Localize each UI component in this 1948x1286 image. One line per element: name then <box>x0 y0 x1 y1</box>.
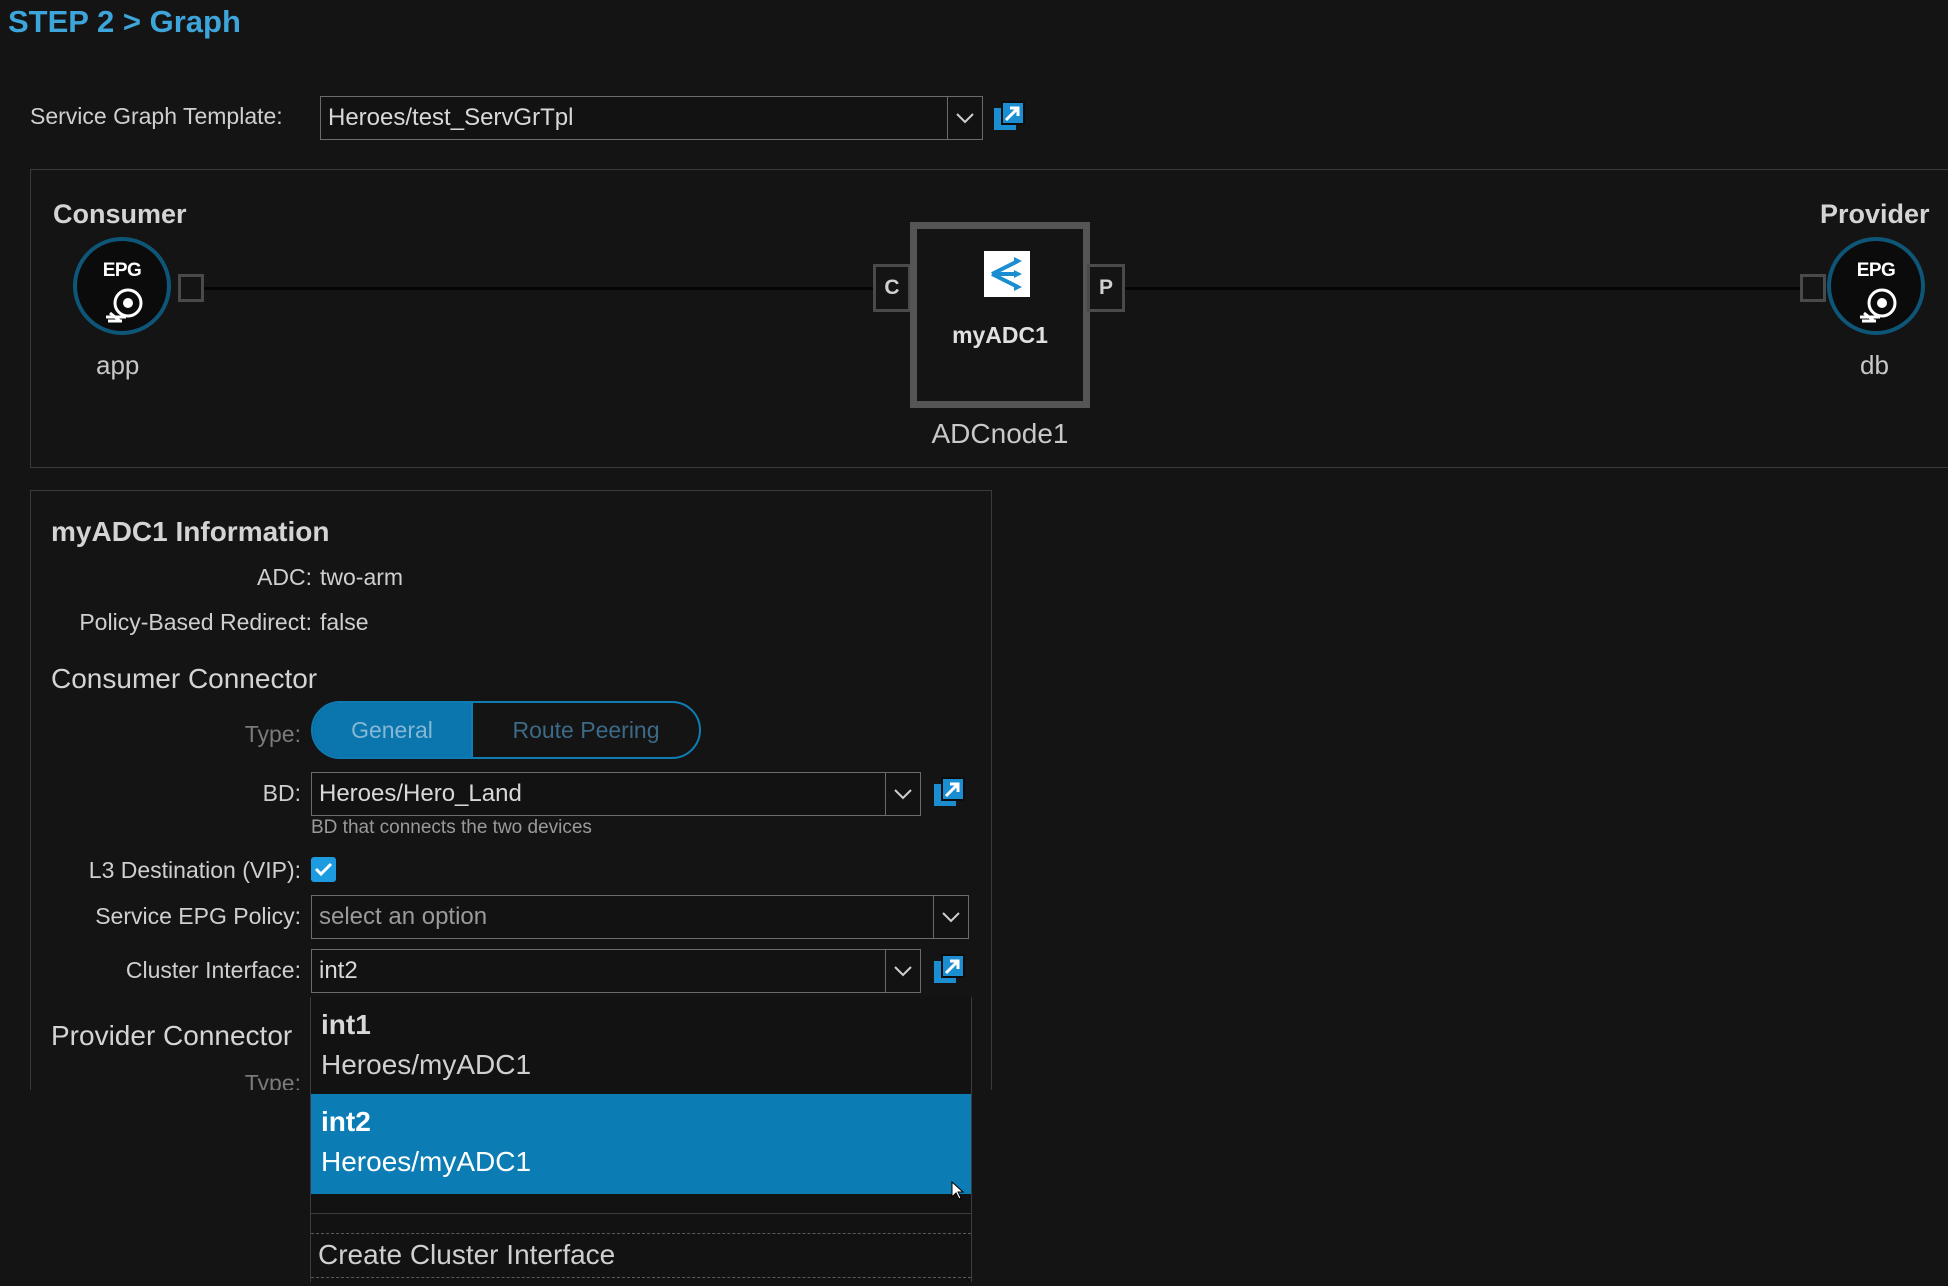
type-general-option[interactable]: General <box>313 703 473 757</box>
service-epg-policy-label: Service EPG Policy: <box>95 903 301 929</box>
external-link-icon[interactable] <box>932 953 966 987</box>
chevron-down-icon[interactable] <box>947 97 982 139</box>
l3-destination-checkbox[interactable] <box>311 857 336 882</box>
chevron-down-icon[interactable] <box>885 773 920 815</box>
bd-label: BD: <box>262 780 301 806</box>
cluster-interface-value: int2 <box>319 957 358 984</box>
mouse-cursor-icon <box>951 1181 965 1200</box>
checkmark-icon <box>314 862 333 877</box>
dropdown-divider <box>311 1213 971 1214</box>
cluster-interface-select[interactable]: int2 <box>311 949 921 993</box>
option-name: int2 <box>321 1106 371 1137</box>
provider-type-label: Type: <box>244 1074 301 1090</box>
dropdown-option-int2[interactable]: int2 Heroes/myADC1 <box>311 1094 971 1194</box>
consumer-heading: Consumer <box>53 199 187 229</box>
chevron-down-icon[interactable] <box>933 896 968 938</box>
node-provider-port[interactable]: P <box>1087 264 1125 312</box>
consumer-port <box>178 274 204 302</box>
pbr-value: false <box>320 609 369 635</box>
provider-epg-badge: EPG <box>1856 260 1896 281</box>
service-epg-policy-select[interactable]: select an option <box>311 895 969 939</box>
consumer-epg[interactable]: EPG <box>73 237 171 335</box>
bd-value: Heroes/Hero_Land <box>319 780 522 807</box>
consumer-epg-name: app <box>96 350 140 380</box>
l3-destination-label: L3 Destination (VIP): <box>88 857 301 883</box>
service-epg-policy-placeholder: select an option <box>319 903 488 930</box>
option-tenant: Heroes/myADC1 <box>321 1146 532 1177</box>
consumer-connection-line <box>204 287 873 290</box>
connector-type-toggle[interactable]: General Route Peering <box>311 701 701 759</box>
provider-epg[interactable]: EPG <box>1827 237 1925 335</box>
bd-hint: BD that connects the two devices <box>311 817 592 838</box>
adc-label: ADC: <box>257 564 312 590</box>
provider-port <box>1800 274 1826 302</box>
pbr-label: Policy-Based Redirect: <box>79 609 312 635</box>
external-link-icon[interactable] <box>932 776 966 810</box>
type-label: Type: <box>244 721 301 747</box>
bd-select[interactable]: Heroes/Hero_Land <box>311 772 921 816</box>
cluster-interface-dropdown: int1 Heroes/myADC1 int2 Heroes/myADC1 Cr… <box>310 997 972 1282</box>
option-tenant: Heroes/myADC1 <box>321 1049 532 1080</box>
dropdown-option-int1[interactable]: int1 Heroes/myADC1 <box>311 997 971 1097</box>
provider-heading: Provider <box>1820 199 1930 229</box>
adc-node-title: myADC1 <box>952 322 1048 348</box>
consumer-connector-heading: Consumer Connector <box>51 663 318 694</box>
consumer-epg-badge: EPG <box>102 260 142 281</box>
type-route-peering-option[interactable]: Route Peering <box>473 703 699 757</box>
epg-icon <box>106 288 143 323</box>
epg-icon <box>1860 288 1897 323</box>
external-link-icon[interactable] <box>992 100 1026 134</box>
provider-connector-heading: Provider Connector <box>51 1020 293 1051</box>
provider-connection-line <box>1125 287 1800 290</box>
node-consumer-port[interactable]: C <box>873 264 911 312</box>
chevron-down-icon[interactable] <box>885 950 920 992</box>
service-graph-template-value: Heroes/test_ServGrTpl <box>328 104 574 131</box>
service-graph-template-select[interactable]: Heroes/test_ServGrTpl <box>320 96 983 140</box>
adc-value: two-arm <box>320 564 404 590</box>
info-title: myADC1 Information <box>51 516 330 547</box>
option-name: int1 <box>321 1009 371 1040</box>
create-cluster-interface-option[interactable]: Create Cluster Interface <box>311 1233 971 1278</box>
service-graph-template-label: Service Graph Template: <box>30 103 283 129</box>
adc-node[interactable]: myADC1 <box>910 222 1090 408</box>
adc-node-name: ADCnode1 <box>931 418 1069 449</box>
cluster-interface-label: Cluster Interface: <box>125 957 301 983</box>
step-title: STEP 2 > Graph <box>8 4 241 39</box>
provider-epg-name: db <box>1860 350 1889 380</box>
provider-type-row: Type: <box>40 1074 301 1090</box>
adc-node-icon <box>984 251 1030 297</box>
